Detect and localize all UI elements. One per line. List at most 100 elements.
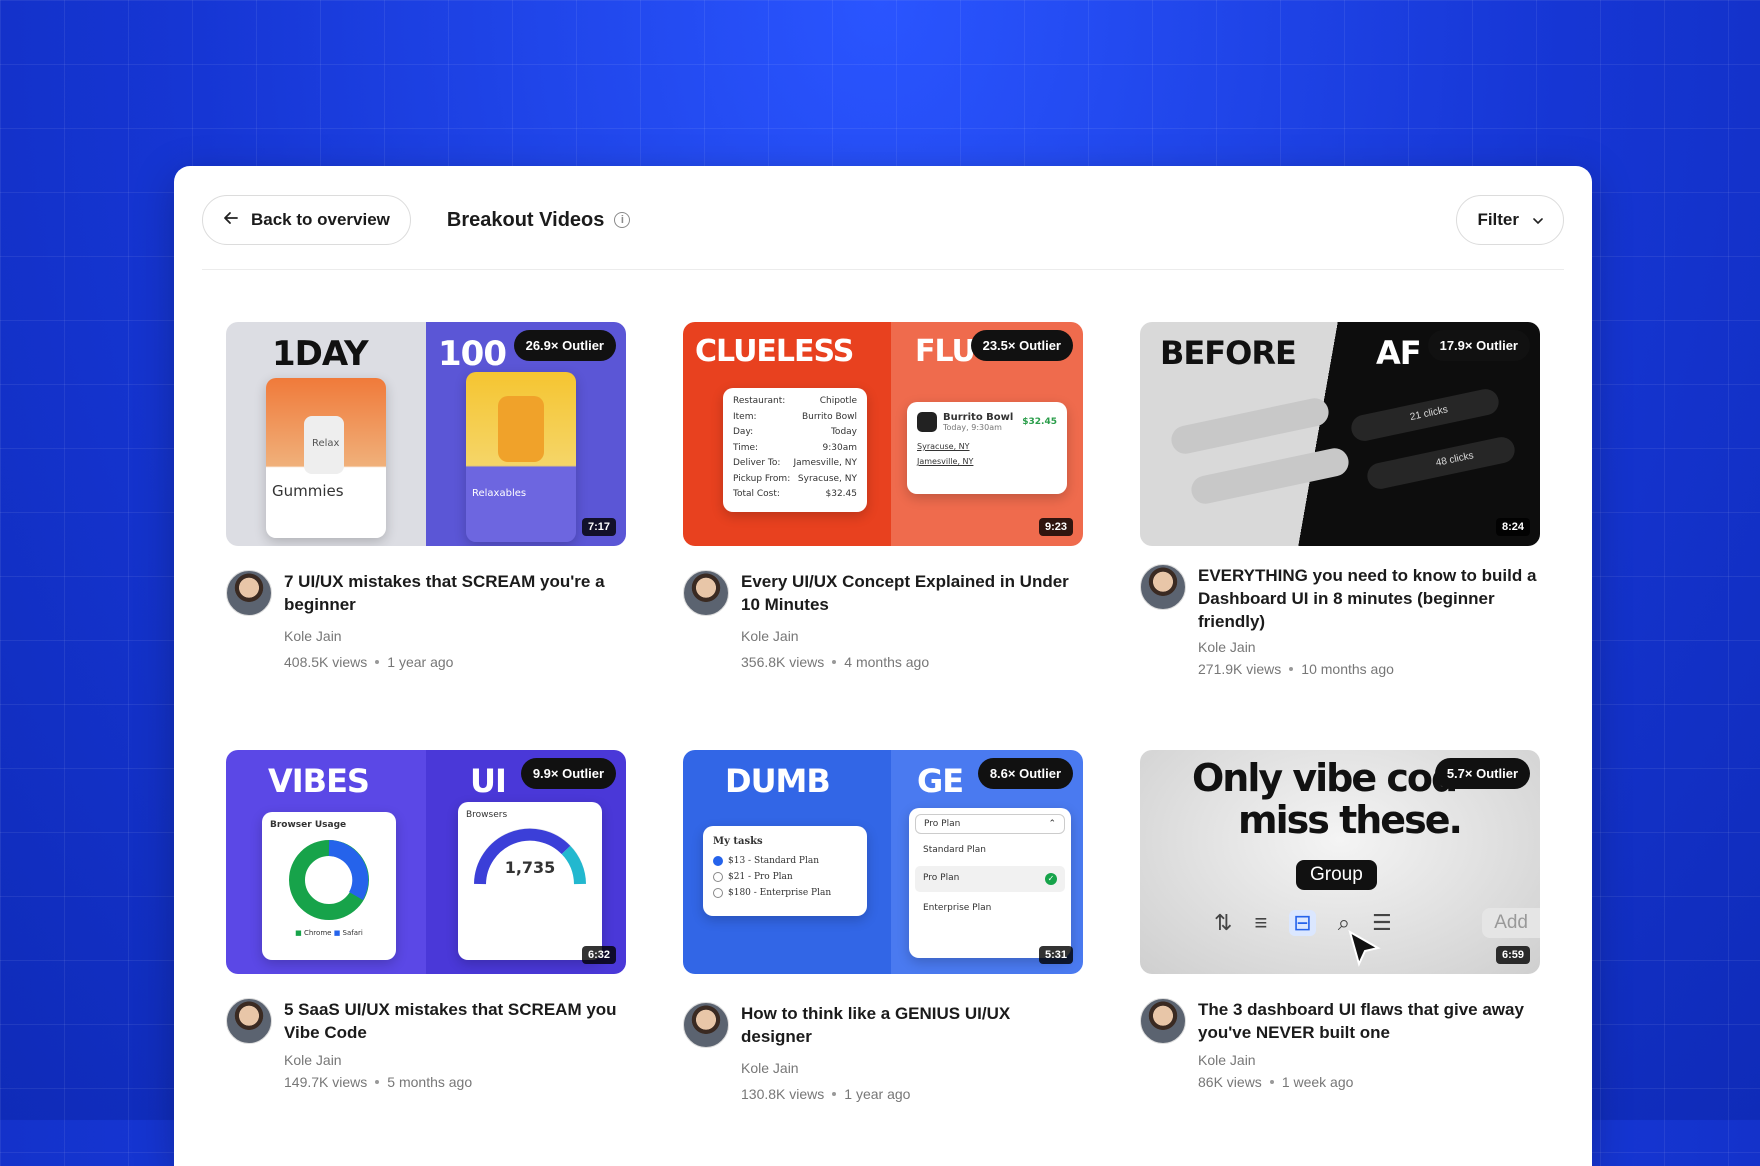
channel-avatar[interactable] — [683, 1002, 729, 1048]
skeleton-row — [1188, 445, 1352, 507]
video-card[interactable]: CLUELESS FLU Restaurant: Chipotle Item: Bur… — [683, 322, 1083, 680]
video-title[interactable]: EVERYTHING you need to know to build a D… — [1198, 564, 1540, 633]
receipt-value: $32.45 — [825, 489, 858, 499]
video-stats: 130.8K views 1 year ago — [741, 1086, 1083, 1102]
upload-age: 4 months ago — [844, 654, 930, 670]
video-card[interactable]: BEFORE AF 21 clicks 48 clicks 17.9× Outl… — [1140, 322, 1540, 677]
receipt-row: Restaurant: Chipotle — [733, 394, 857, 410]
video-card[interactable]: Only vibe cod miss these. Group ⇅ ≡ ⊟ ⌕ … — [1140, 750, 1540, 1108]
thumbnail-text-line2: miss these. — [1238, 798, 1463, 842]
channel-avatar[interactable] — [226, 998, 272, 1044]
channel-avatar[interactable] — [1140, 998, 1186, 1044]
tasks-card: My tasks $13 - Standard Plan $21 - Pro Pl… — [703, 826, 867, 916]
receipt-rows: Restaurant: Chipotle Item: Burrito Bowl Day:… — [733, 394, 857, 503]
back-to-overview-button[interactable]: Back to overview — [202, 195, 411, 245]
outlier-badge: 5.7× Outlier — [1434, 758, 1530, 789]
upload-age: 1 week ago — [1281, 1074, 1354, 1090]
channel-avatar[interactable] — [1140, 564, 1186, 610]
duration-label: 8:24 — [1495, 518, 1530, 536]
back-to-overview-label: Back to overview — [251, 210, 390, 229]
plan-select-value: Pro Plan — [924, 819, 961, 829]
channel-avatar[interactable] — [226, 570, 272, 616]
video-thumbnail[interactable]: 1DAY 100 Relax Gummies Relaxables 26.9× … — [226, 322, 626, 546]
upload-age: 10 months ago — [1301, 661, 1394, 677]
video-stats: 356.8K views 4 months ago — [741, 654, 1083, 670]
info-icon[interactable]: i — [614, 212, 631, 228]
filter-button[interactable]: Filter — [1456, 195, 1564, 245]
thumbnail-text-left: DUMB — [725, 762, 831, 800]
outlier-badge: 26.9× Outlier — [513, 330, 616, 361]
panel-header: Back to overview Breakout Videos i Filte… — [202, 194, 1564, 246]
channel-name[interactable]: Kole Jain — [284, 1052, 626, 1068]
video-card[interactable]: VIBES UI Browser Usage ■ Chrome ■ Safari… — [226, 750, 626, 1108]
video-title[interactable]: 5 SaaS UI/UX mistakes that SCREAM you Vi… — [284, 998, 626, 1044]
video-thumbnail[interactable]: CLUELESS FLU Restaurant: Chipotle Item: Bur… — [683, 322, 1083, 546]
channel-name[interactable]: Kole Jain — [284, 628, 626, 644]
separator-dot — [375, 660, 380, 664]
outlier-badge: 17.9× Outlier — [1427, 330, 1530, 361]
video-stats: 86K views 1 week ago — [1198, 1074, 1540, 1090]
receipt-key: Total Cost: — [733, 489, 780, 499]
plan-option: Enterprise Plan — [915, 896, 1065, 920]
video-thumbnail[interactable]: VIBES UI Browser Usage ■ Chrome ■ Safari… — [226, 750, 626, 974]
channel-name[interactable]: Kole Jain — [1198, 1052, 1540, 1068]
breakout-panel: Back to overview Breakout Videos i Filte… — [174, 166, 1592, 1166]
view-count: 149.7K views — [284, 1074, 368, 1090]
thumbnail-text-right: GE — [917, 762, 964, 800]
check-icon: ✓ — [1045, 873, 1057, 885]
thumbnail-text-line1: Only vibe cod — [1192, 756, 1458, 800]
separator-dot — [1289, 667, 1294, 671]
task-item: $13 - Standard Plan — [713, 853, 857, 869]
product-subtitle: Relaxables — [472, 488, 527, 499]
receipt-row: Pickup From: Syracuse, NY — [733, 472, 857, 488]
task-item: $21 - Pro Plan — [713, 869, 857, 885]
view-count: 408.5K views — [284, 654, 368, 670]
browsers-card: Browsers 1,735 — [458, 802, 602, 960]
separator-dot — [832, 1092, 837, 1096]
view-count: 271.9K views — [1198, 661, 1282, 677]
thumbnail-text-right: UI — [470, 762, 507, 800]
receipt-key: Day: — [733, 427, 754, 437]
plan-option: Pro Plan ✓ — [915, 866, 1065, 892]
duration-label: 5:31 — [1038, 946, 1073, 964]
thumbnail-text-left: 1DAY — [272, 334, 369, 374]
video-title[interactable]: The 3 dashboard UI flaws that give away … — [1198, 998, 1540, 1044]
video-thumbnail[interactable]: DUMB GE My tasks $13 - Standard Plan $21 … — [683, 750, 1083, 974]
browser-usage-title: Browser Usage — [270, 820, 347, 830]
receipt-key: Restaurant: — [733, 396, 786, 406]
video-meta: Every UI/UX Concept Explained in Under 1… — [683, 570, 1083, 680]
channel-name[interactable]: Kole Jain — [741, 628, 1083, 644]
video-thumbnail[interactable]: Only vibe cod miss these. Group ⇅ ≡ ⊟ ⌕ … — [1140, 750, 1540, 974]
plan-label: Standard Plan — [923, 845, 986, 855]
channel-avatar[interactable] — [683, 570, 729, 616]
video-meta: 5 SaaS UI/UX mistakes that SCREAM you Vi… — [226, 998, 626, 1108]
upload-age: 1 year ago — [844, 1086, 911, 1102]
plan-option: Standard Plan — [915, 838, 1065, 862]
video-thumbnail[interactable]: BEFORE AF 21 clicks 48 clicks 17.9× Outl… — [1140, 322, 1540, 546]
outlier-badge: 8.6× Outlier — [977, 758, 1073, 789]
task-label: $180 - Enterprise Plan — [728, 888, 832, 898]
order-price: $32.45 — [1022, 417, 1057, 427]
video-meta: 7 UI/UX mistakes that SCREAM you're a be… — [226, 570, 626, 680]
channel-name[interactable]: Kole Jain — [1198, 639, 1540, 655]
video-meta: The 3 dashboard UI flaws that give away … — [1140, 998, 1540, 1108]
dark-row: 21 clicks — [1348, 386, 1502, 444]
receipt-row: Day: Today — [733, 425, 857, 441]
group-tooltip: Group — [1296, 860, 1377, 890]
video-meta: EVERYTHING you need to know to build a D… — [1140, 564, 1540, 677]
video-title[interactable]: 7 UI/UX mistakes that SCREAM you're a be… — [284, 570, 626, 616]
receipt-row: Total Cost: $32.45 — [733, 487, 857, 503]
filter-label: Filter — [1477, 210, 1519, 229]
upload-age: 5 months ago — [387, 1074, 473, 1090]
channel-name[interactable]: Kole Jain — [741, 1060, 1083, 1076]
plan-list: Standard Plan Pro Plan ✓ Enterprise Plan — [915, 838, 1065, 920]
thumbnail-text-right: AF — [1376, 334, 1422, 372]
video-card[interactable]: 1DAY 100 Relax Gummies Relaxables 26.9× … — [226, 322, 626, 680]
video-title[interactable]: Every UI/UX Concept Explained in Under 1… — [741, 570, 1083, 616]
thumbnail-text-left: BEFORE — [1160, 334, 1297, 372]
video-card[interactable]: DUMB GE My tasks $13 - Standard Plan $21 … — [683, 750, 1083, 1112]
page-title-text: Breakout Videos — [446, 208, 605, 231]
video-title[interactable]: How to think like a GENIUS UI/UX designe… — [741, 1002, 1083, 1048]
plan-label: Enterprise Plan — [923, 903, 992, 913]
clicks-label: 48 clicks — [1434, 450, 1475, 469]
